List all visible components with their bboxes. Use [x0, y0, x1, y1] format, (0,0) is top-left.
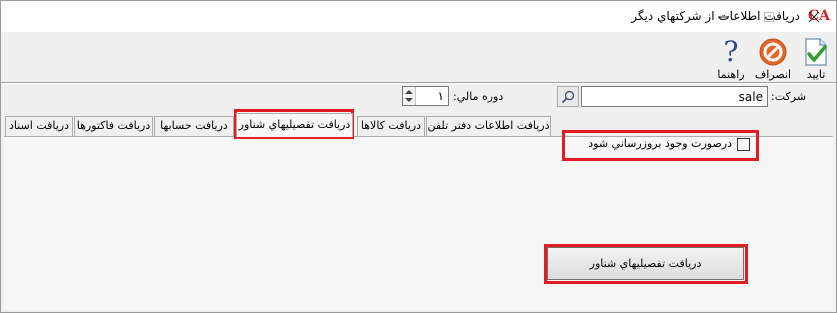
receive-floating-details-button[interactable]: دريافت تفصيليهاي شناور: [547, 247, 744, 280]
help-button[interactable]: ? راهنما: [711, 36, 751, 82]
period-value: ۱: [437, 89, 444, 103]
maximize-button[interactable]: [746, 1, 791, 32]
close-button[interactable]: [791, 1, 836, 32]
tab-floating-details[interactable]: دريافت تفصيليهاي شناور: [236, 113, 353, 137]
tab-phonebook[interactable]: دريافت اطلاعات دفتر تلفن: [426, 116, 551, 136]
period-label: دوره مالي:: [453, 90, 504, 103]
tab-documents[interactable]: دريافت اسناد: [5, 116, 73, 136]
cancel-button[interactable]: انصراف: [753, 36, 793, 82]
update-checkbox[interactable]: [737, 138, 750, 151]
confirm-label: تاييد: [806, 68, 826, 81]
app-window: CA دريافت اطلاعات از شرکتهاي ديگر تاييد: [0, 0, 837, 313]
spinner-down-icon[interactable]: [405, 98, 413, 102]
tab-invoices[interactable]: دريافت فاکتورها: [74, 116, 153, 136]
period-spinner[interactable]: ۱: [402, 86, 449, 106]
company-search-button[interactable]: [557, 86, 579, 107]
tab-panel: [4, 136, 833, 310]
company-input[interactable]: [581, 86, 768, 107]
close-icon: [808, 11, 819, 22]
help-label: راهنما: [717, 68, 745, 81]
confirm-document-check-icon: [805, 38, 827, 66]
spinner-up-icon[interactable]: [405, 90, 413, 94]
confirm-button[interactable]: تاييد: [796, 36, 836, 82]
minimize-icon: [717, 16, 728, 17]
help-icon: ?: [723, 35, 739, 68]
maximize-icon: [763, 11, 774, 22]
toolbar: تاييد انصراف ? راهنما: [1, 32, 836, 82]
tab-accounts[interactable]: دريافت حسابها: [154, 116, 234, 136]
cancel-icon: [759, 38, 787, 66]
title-bar: CA دريافت اطلاعات از شرکتهاي ديگر: [1, 1, 836, 32]
spinner-arrows[interactable]: [403, 87, 416, 105]
cancel-label: انصراف: [754, 68, 792, 81]
update-checkbox-row[interactable]: درصورت وجود بروزرساني شود: [564, 132, 756, 158]
search-icon: [561, 90, 575, 103]
tab-goods[interactable]: دريافت کالاها: [357, 116, 425, 136]
toolbar-divider: [1, 82, 836, 84]
company-label: شرکت:: [771, 90, 807, 103]
minimize-button[interactable]: [700, 1, 745, 32]
update-checkbox-label: درصورت وجود بروزرساني شود: [588, 137, 732, 150]
